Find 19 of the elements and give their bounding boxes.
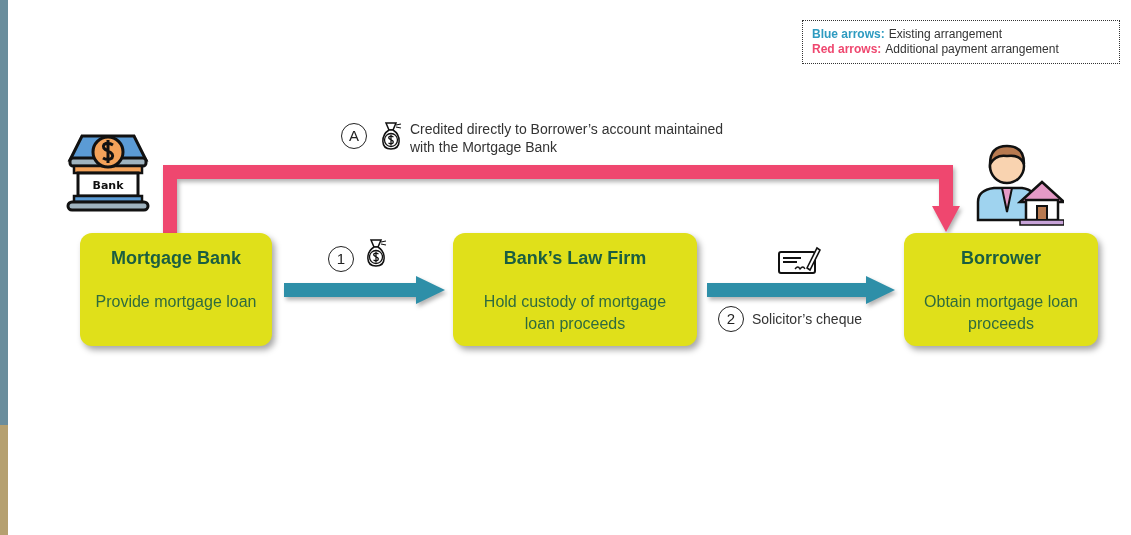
money-bag-icon bbox=[379, 121, 403, 151]
money-bag-icon bbox=[364, 238, 388, 268]
legend-key: Red arrows: bbox=[812, 42, 882, 57]
step-marker: 2 bbox=[718, 306, 744, 332]
node-description: Hold custody of mortgage loan proceeds bbox=[482, 292, 668, 334]
node-title: Mortgage Bank bbox=[111, 247, 241, 269]
person-with-house-icon bbox=[976, 142, 1064, 226]
step-marker: 1 bbox=[328, 246, 354, 272]
node-title: Borrower bbox=[961, 247, 1041, 269]
legend-text: Existing arrangement bbox=[888, 27, 1003, 42]
legend-text: Additional payment arrangement bbox=[885, 42, 1059, 57]
node-title: Bank’s Law Firm bbox=[503, 247, 647, 269]
flow-label: Solicitor’s cheque bbox=[752, 310, 862, 328]
flow-label: Credited directly to Borrower’s account maintained with the Mortgage Bank bbox=[410, 120, 725, 156]
step-marker: A bbox=[341, 123, 367, 149]
node-description: Obtain mortgage loan proceeds bbox=[923, 292, 1079, 334]
node-description: Provide mortgage loan bbox=[94, 292, 258, 312]
cheque-icon bbox=[777, 244, 821, 276]
legend-key: Blue arrows: bbox=[812, 27, 885, 42]
